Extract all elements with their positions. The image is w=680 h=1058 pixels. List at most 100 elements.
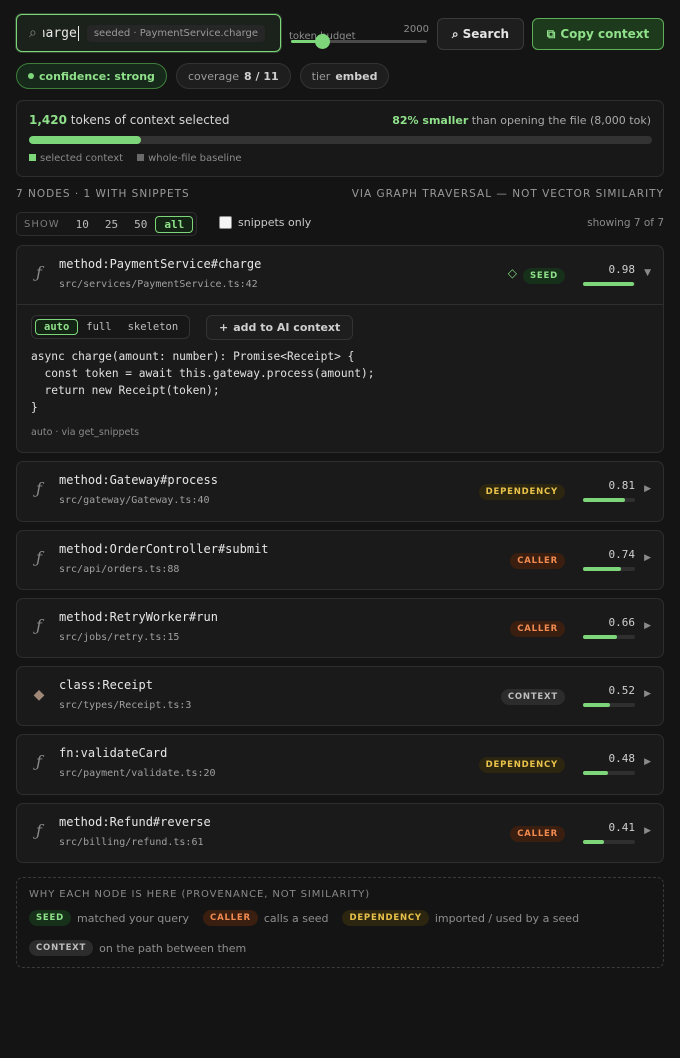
show-option-50[interactable]: 50 xyxy=(126,217,155,232)
node-card[interactable]: ƒ method:Refund#reverse src/billing/refu… xyxy=(16,803,664,863)
node-path: src/types/Receipt.ts:3 xyxy=(59,700,192,711)
node-card[interactable]: ƒ fn:validateCard src/payment/validate.t… xyxy=(16,734,664,795)
token-progress-fill xyxy=(29,136,142,144)
node-score-bar xyxy=(583,567,635,571)
token-budget-slider[interactable] xyxy=(291,34,427,49)
node-path: src/api/orders.ts:88 xyxy=(59,564,180,575)
show-count-group: SHOW 10 25 50 all xyxy=(16,212,198,236)
search-icon: ⌕ xyxy=(451,26,459,41)
search-input[interactable]: ⌕ charge seeded · PaymentService.charge xyxy=(16,14,281,52)
node-count-summary: 7 NODES · 1 WITH SNIPPETS xyxy=(16,188,190,200)
token-progress-bar xyxy=(29,136,652,144)
show-option-25[interactable]: 25 xyxy=(97,217,126,232)
snippets-only-toggle[interactable]: snippets only xyxy=(219,216,311,229)
node-score-bar xyxy=(583,840,635,844)
context-description: on the path between them xyxy=(99,941,247,955)
function-icon: ƒ xyxy=(36,821,42,840)
copy-icon: ⧉ xyxy=(546,26,556,41)
mode-skeleton[interactable]: skeleton xyxy=(120,320,187,334)
token-suffix: tokens of context selected xyxy=(70,113,230,127)
node-score: 0.66 xyxy=(608,616,636,629)
node-badge: CALLER xyxy=(510,826,565,842)
search-icon: ⌕ xyxy=(29,25,37,41)
chevron-right-icon[interactable]: ▶ xyxy=(644,484,651,494)
node-path: src/jobs/retry.ts:15 xyxy=(59,632,180,643)
chevron-right-icon[interactable]: ▶ xyxy=(644,689,651,699)
node-path: src/billing/refund.ts:61 xyxy=(59,837,204,848)
node-name: method:OrderController#submit xyxy=(59,542,269,556)
status-dot-icon xyxy=(28,73,34,79)
node-badge: CALLER xyxy=(510,553,565,569)
node-card[interactable]: ◆ class:Receipt src/types/Receipt.ts:3 C… xyxy=(16,666,664,726)
legend-baseline: whole-file baseline xyxy=(137,153,242,164)
search-query-text[interactable]: charge xyxy=(43,25,79,41)
confidence-chip: confidence: strong xyxy=(16,63,167,89)
function-icon: ƒ xyxy=(36,548,42,567)
status-chips: confidence: strong coverage 8 / 11 tier … xyxy=(16,63,390,89)
search-button-label: Search xyxy=(462,27,510,41)
node-score-fill xyxy=(583,840,605,844)
results-summary: 7 NODES · 1 WITH SNIPPETS VIA GRAPH TRAV… xyxy=(16,188,664,200)
node-name: fn:validateCard xyxy=(59,746,168,760)
top-bar: ⌕ charge seeded · PaymentService.charge … xyxy=(16,14,664,52)
caller-badge: CALLER xyxy=(203,910,258,926)
plus-icon: + xyxy=(219,321,229,334)
node-path: src/services/PaymentService.ts:42 xyxy=(59,279,258,290)
add-to-ai-context-button[interactable]: + add to AI context xyxy=(206,315,354,340)
showing-count: showing 7 of 7 xyxy=(587,217,664,229)
node-score: 0.98 xyxy=(608,263,636,276)
legend-swatch-selected xyxy=(29,154,36,161)
dependency-badge: DEPENDENCY xyxy=(342,910,429,926)
node-card[interactable]: ƒ method:OrderController#submit src/api/… xyxy=(16,530,664,590)
show-controls: SHOW 10 25 50 all snippets only showing … xyxy=(16,212,664,236)
seeded-chip: seeded · PaymentService.charge xyxy=(86,24,266,42)
chevron-right-icon[interactable]: ▶ xyxy=(644,757,651,767)
token-budget-value: 2000 xyxy=(403,24,429,35)
show-option-10[interactable]: 10 xyxy=(68,217,97,232)
function-icon: ƒ xyxy=(36,263,42,282)
token-saving: 82% smaller than opening the file (8,000… xyxy=(392,114,651,127)
snippet-mode-group: auto full skeleton xyxy=(31,315,191,339)
legend-selected-label: selected context xyxy=(40,153,124,164)
node-score-fill xyxy=(583,635,618,639)
node-name: method:PaymentService#charge xyxy=(59,257,262,271)
provenance-title: WHY EACH NODE IS HERE (PROVENANCE, NOT S… xyxy=(29,889,371,900)
node-card[interactable]: ƒ method:RetryWorker#run src/jobs/retry.… xyxy=(16,598,664,658)
coverage-chip: coverage 8 / 11 xyxy=(175,63,291,89)
show-label: SHOW xyxy=(24,218,60,230)
node-score-fill xyxy=(583,498,626,502)
token-budget-control: token budget 2000 xyxy=(289,24,429,49)
seed-description: matched your query xyxy=(77,911,190,925)
node-score-bar xyxy=(583,498,635,502)
node-name: method:Refund#reverse xyxy=(59,815,211,829)
mode-full[interactable]: full xyxy=(78,320,119,334)
node-score-bar xyxy=(583,635,635,639)
node-card[interactable]: ƒ method:PaymentService#charge src/servi… xyxy=(16,245,664,453)
chevron-right-icon[interactable]: ▶ xyxy=(644,553,651,563)
chevron-down-icon[interactable]: ▼ xyxy=(644,268,651,278)
legend-selected: selected context xyxy=(29,153,123,164)
node-score: 0.81 xyxy=(608,479,636,492)
saving-percent: 82% smaller xyxy=(392,114,469,127)
class-diamond-icon: ◆ xyxy=(33,687,45,703)
copy-context-button[interactable]: ⧉ Copy context xyxy=(532,18,664,50)
node-name: method:RetryWorker#run xyxy=(59,610,218,624)
node-score-bar xyxy=(583,771,635,775)
provenance-row: CONTEXT on the path between them xyxy=(29,940,260,956)
provenance-legend: WHY EACH NODE IS HERE (PROVENANCE, NOT S… xyxy=(16,877,664,968)
node-score-fill xyxy=(583,567,622,571)
snippets-only-checkbox[interactable] xyxy=(219,216,232,229)
slider-thumb[interactable] xyxy=(315,34,331,49)
snippet-note: auto · via get_snippets xyxy=(31,427,140,438)
function-icon: ƒ xyxy=(36,752,42,771)
node-card[interactable]: ƒ method:Gateway#process src/gateway/Gat… xyxy=(16,461,664,522)
search-button[interactable]: ⌕ Search xyxy=(437,18,524,50)
chevron-right-icon[interactable]: ▶ xyxy=(644,826,651,836)
coverage-value: 8 / 11 xyxy=(244,69,279,83)
show-option-all[interactable]: all xyxy=(155,215,194,233)
chevron-right-icon[interactable]: ▶ xyxy=(644,621,651,631)
mode-auto[interactable]: auto xyxy=(35,319,79,335)
code-snippet: async charge(amount: number): Promise<Re… xyxy=(31,350,375,414)
node-badge: SEED xyxy=(523,268,565,284)
node-score: 0.41 xyxy=(608,821,636,834)
